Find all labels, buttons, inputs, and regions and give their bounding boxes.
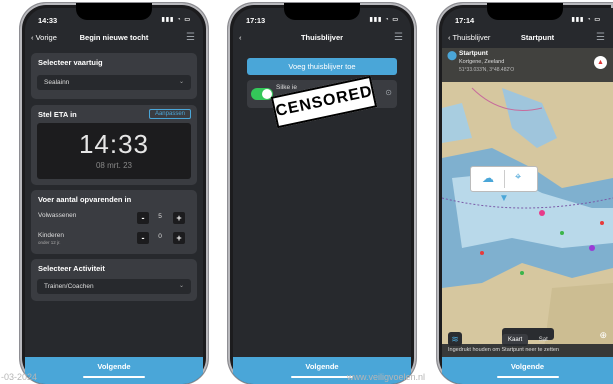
crew-card: Voer aantal opvarenden in Volwassenen - … [31,190,197,254]
vessel-select[interactable]: Sealainn ⌄ [37,75,191,90]
next-button[interactable]: Volgende [25,357,203,384]
vessel-card: Selecteer vaartuig Sealainn ⌄ [31,53,197,99]
adults-minus-button[interactable]: - [137,212,149,224]
location-banner: ⬤ Startpunt Kortgene, Zeeland 51°33.033'… [442,48,613,82]
page-title: Thuisblijver [300,33,344,42]
activity-heading: Selecteer Activiteit [38,264,105,273]
phone-start-point: 17:14 ▮▮▮ ◔ ▭ ‹ Thuisblijver Startpunt ☰ [437,3,613,384]
eta-heading: Stel ETA in [38,110,77,119]
status-time: 17:13 [246,16,266,25]
children-label: Kinderen [38,232,65,239]
nav-bar: ‹ Vorige Begin nieuwe tocht ☰ [25,30,203,48]
adults-plus-button[interactable]: + [173,212,185,224]
crew-heading: Voer aantal opvarenden in [38,195,132,204]
page-title: Startpunt [520,33,555,42]
children-value: 0 [158,233,162,240]
notch [487,3,563,20]
screen-new-trip: 14:33 ▮▮▮ ◔ ▭ ‹ Vorige Begin nieuwe toch… [25,8,203,384]
next-label: Volgende [97,362,131,371]
map-canvas [442,48,613,357]
home-indicator [291,375,353,378]
eta-adjust-button[interactable]: Aanpassen [148,109,191,119]
location-pin-icon: ⬤ [447,50,458,60]
hamburger-menu-icon[interactable]: ☰ [394,32,403,43]
map-type-toggle: Kaart Sat [502,328,554,346]
nautical-map[interactable]: ⬤ Startpunt Kortgene, Zeeland 51°33.033'… [442,48,613,357]
status-time: 17:14 [455,16,475,25]
eta-display: 14:33 08 mrt. 23 [37,123,191,179]
activity-value: Trainen/Coachen [44,283,94,290]
location-label: Startpunt [459,50,488,57]
hamburger-menu-icon[interactable]: ☰ [186,32,195,43]
page-title: Begin nieuwe tocht [79,33,149,42]
location-coords: 51°33.033'N, 3°48.482'O [459,67,515,73]
watermark-url: www.veiligvoelen.nl [347,372,426,382]
adults-label: Volwassenen [38,212,77,219]
weather-icon[interactable]: ☁ [482,171,494,185]
info-icon[interactable]: ⊙ [385,88,392,97]
hamburger-menu-icon[interactable]: ☰ [596,32,605,43]
add-contact-label: Voeg thuisblijver toe [288,62,356,71]
eta-card: Stel ETA in Aanpassen 14:33 08 mrt. 23 [31,105,197,185]
children-plus-button[interactable]: + [173,232,185,244]
phone-new-trip: 14:33 ▮▮▮ ◔ ▭ ‹ Vorige Begin nieuwe toch… [20,3,208,384]
contact-name: Silke ie [276,84,297,91]
home-indicator [496,375,559,378]
screen-stay-at-home: 17:13 ▮▮▮ ◔ ▭ ‹ Thuisblijver ☰ Voeg thui… [233,8,411,384]
home-indicator [83,375,145,378]
map-popup: ☁ ⌖ [470,166,538,192]
map-pin-icon: ▼ [499,193,509,204]
contact-toggle[interactable] [251,88,273,100]
set-start-icon[interactable]: ⌖ [515,171,521,184]
adults-row: Volwassenen - 5 + [38,212,191,226]
phone-stay-at-home: 17:13 ▮▮▮ ◔ ▭ ‹ Thuisblijver ☰ Voeg thui… [228,3,416,384]
hint-text: Ingedrukt houden om Startpunt neer te ze… [448,347,559,353]
watermark-date: -03-2024 [1,372,38,382]
compass-icon[interactable]: ▲ [594,56,607,69]
activity-card: Selecteer Activiteit Trainen/Coachen ⌄ [31,259,197,301]
add-contact-button[interactable]: Voeg thuisblijver toe [247,58,397,75]
nav-bar: ‹ Thuisblijver ☰ [233,30,411,48]
locate-icon[interactable]: ⊕ [599,330,607,341]
next-label: Volgende [305,362,339,371]
children-row: Kinderen onder 12 jr. - 0 + [38,232,191,246]
status-icons: ▮▮▮ ◔ ▭ [369,17,399,23]
next-button[interactable]: Volgende [442,357,613,384]
hint-bar: Ingedrukt houden om Startpunt neer te ze… [442,344,613,357]
notch [76,3,152,20]
eta-date: 08 mrt. 23 [95,161,132,170]
children-sublabel: onder 12 jr. [38,240,61,245]
status-time: 14:33 [38,16,58,25]
next-label: Volgende [510,362,545,371]
status-icons: ▮▮▮ ◔ ▭ [161,17,191,23]
location-place: Kortgene, Zeeland [459,59,505,65]
children-minus-button[interactable]: - [137,232,149,244]
eta-time: 14:33 [78,129,150,159]
chevron-down-icon: ⌄ [178,283,184,289]
nav-bar: ‹ Thuisblijver Startpunt ☰ [442,30,613,50]
notch [284,3,360,20]
chevron-down-icon: ⌄ [178,79,184,85]
adults-value: 5 [158,213,162,220]
activity-select[interactable]: Trainen/Coachen ⌄ [37,279,191,294]
screen-start-point: 17:14 ▮▮▮ ◔ ▭ ‹ Thuisblijver Startpunt ☰ [442,8,613,384]
vessel-heading: Selecteer vaartuig [38,58,103,67]
vessel-value: Sealainn [44,79,70,86]
popup-divider [504,170,505,188]
status-icons: ▮▮▮ ◔ ▭ [571,17,601,23]
